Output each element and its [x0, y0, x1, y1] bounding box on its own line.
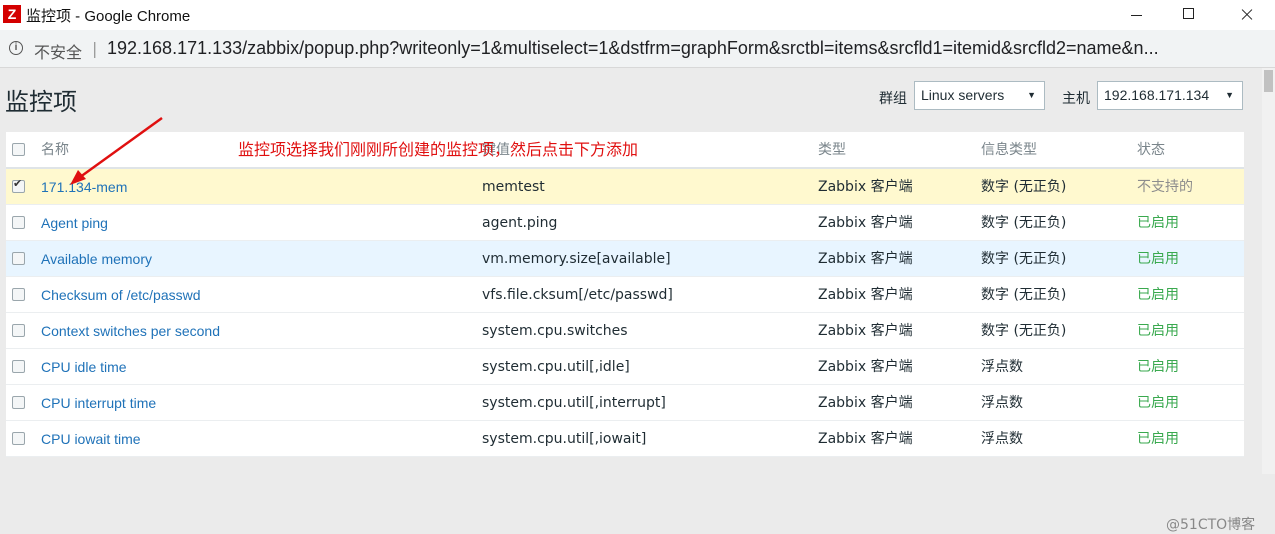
- item-type: Zabbix 客户端: [818, 323, 913, 339]
- item-info-type: 数字 (无正负): [981, 215, 1067, 231]
- maximize-button[interactable]: [1164, 0, 1214, 30]
- header-info-type[interactable]: 信息类型: [981, 132, 1037, 168]
- item-type: Zabbix 客户端: [818, 215, 913, 231]
- item-info-type: 数字 (无正负): [981, 287, 1067, 303]
- item-info-type: 数字 (无正负): [981, 323, 1067, 339]
- item-type: Zabbix 客户端: [818, 179, 913, 195]
- table-row[interactable]: Agent ping agent.ping Zabbix 客户端 数字 (无正负…: [6, 205, 1244, 241]
- group-label: 群组: [879, 91, 907, 107]
- group-select-value: Linux servers: [921, 87, 1005, 103]
- item-name-link[interactable]: Checksum of /etc/passwd: [41, 277, 201, 313]
- item-info-type: 浮点数: [981, 395, 1023, 411]
- window-title: 监控项 - Google Chrome: [26, 8, 191, 25]
- address-bar[interactable]: i 不安全 | 192.168.171.133/zabbix/popup.php…: [0, 30, 1275, 68]
- item-type: Zabbix 客户端: [818, 251, 913, 267]
- address-separator: |: [92, 39, 98, 58]
- header-status[interactable]: 状态: [1137, 132, 1165, 168]
- window-titlebar: Z 监控项 - Google Chrome: [0, 0, 1275, 30]
- row-checkbox[interactable]: [12, 216, 25, 229]
- zabbix-logo-icon: Z: [3, 5, 21, 23]
- item-info-type: 数字 (无正负): [981, 251, 1067, 267]
- item-key: system.cpu.util[,iowait]: [482, 431, 647, 447]
- row-checkbox[interactable]: [12, 396, 25, 409]
- header-name[interactable]: 名称: [41, 132, 69, 168]
- page-title: 监控项: [5, 89, 77, 116]
- item-info-type: 数字 (无正负): [981, 179, 1067, 195]
- host-label: 主机: [1062, 91, 1090, 107]
- page-content: 监控项 群组 Linux servers ▼ 主机 192.168.171.13…: [0, 68, 1262, 533]
- row-checkbox[interactable]: [12, 288, 25, 301]
- item-name-link[interactable]: Agent ping: [41, 205, 108, 241]
- item-key: agent.ping: [482, 215, 558, 231]
- item-status: 已启用: [1137, 359, 1179, 375]
- table-row[interactable]: Available memory vm.memory.size[availabl…: [6, 241, 1244, 277]
- item-name-link[interactable]: CPU idle time: [41, 349, 127, 385]
- item-status: 不支持的: [1137, 179, 1193, 195]
- item-status: 已启用: [1137, 287, 1179, 303]
- item-type: Zabbix 客户端: [818, 431, 913, 447]
- row-checkbox[interactable]: [12, 177, 25, 193]
- table-row[interactable]: 171.134-mem memtest Zabbix 客户端 数字 (无正负) …: [6, 169, 1244, 205]
- item-type: Zabbix 客户端: [818, 287, 913, 303]
- host-select[interactable]: 192.168.171.134 ▼: [1097, 81, 1243, 110]
- url-text[interactable]: 192.168.171.133/zabbix/popup.php?writeon…: [107, 38, 1247, 59]
- item-name-link[interactable]: CPU interrupt time: [41, 385, 156, 421]
- info-icon[interactable]: i: [9, 41, 23, 55]
- row-checkbox[interactable]: [12, 324, 25, 337]
- select-all-checkbox[interactable]: [12, 143, 25, 156]
- items-table: 名称 键值 类型 信息类型 状态 171.134-mem memtest Zab…: [6, 132, 1244, 457]
- dropdown-arrow-icon: ▼: [1225, 90, 1234, 100]
- item-type: Zabbix 客户端: [818, 395, 913, 411]
- row-checkbox[interactable]: [12, 432, 25, 445]
- item-status: 已启用: [1137, 323, 1179, 339]
- item-name-link[interactable]: Context switches per second: [41, 313, 220, 349]
- item-key: system.cpu.util[,idle]: [482, 359, 630, 375]
- row-checkbox[interactable]: [12, 252, 25, 265]
- item-info-type: 浮点数: [981, 431, 1023, 447]
- item-name-link[interactable]: Available memory: [41, 241, 152, 277]
- dropdown-arrow-icon: ▼: [1027, 90, 1036, 100]
- close-button[interactable]: [1222, 0, 1272, 30]
- header-type[interactable]: 类型: [818, 132, 846, 168]
- table-row[interactable]: Context switches per second system.cpu.s…: [6, 313, 1244, 349]
- item-key: system.cpu.util[,interrupt]: [482, 395, 666, 411]
- item-key: system.cpu.switches: [482, 323, 628, 339]
- item-status: 已启用: [1137, 251, 1179, 267]
- item-status: 已启用: [1137, 395, 1179, 411]
- scrollbar-thumb[interactable]: [1264, 70, 1273, 92]
- table-row[interactable]: CPU iowait time system.cpu.util[,iowait]…: [6, 421, 1244, 457]
- item-name-link[interactable]: 171.134-mem: [41, 169, 127, 205]
- annotation-text: 监控项选择我们刚刚所创建的监控项，然后点击下方添加: [238, 140, 639, 159]
- item-key: vfs.file.cksum[/etc/passwd]: [482, 287, 673, 303]
- table-row[interactable]: CPU interrupt time system.cpu.util[,inte…: [6, 385, 1244, 421]
- item-status: 已启用: [1137, 431, 1179, 447]
- table-row[interactable]: CPU idle time system.cpu.util[,idle] Zab…: [6, 349, 1244, 385]
- item-info-type: 浮点数: [981, 359, 1023, 375]
- item-key: memtest: [482, 179, 545, 195]
- item-type: Zabbix 客户端: [818, 359, 913, 375]
- row-checkbox[interactable]: [12, 360, 25, 373]
- vertical-scrollbar[interactable]: [1262, 68, 1275, 474]
- host-select-value: 192.168.171.134: [1104, 87, 1210, 103]
- table-row[interactable]: Checksum of /etc/passwd vfs.file.cksum[/…: [6, 277, 1244, 313]
- minimize-button[interactable]: [1112, 0, 1162, 30]
- group-select[interactable]: Linux servers ▼: [914, 81, 1045, 110]
- item-name-link[interactable]: CPU iowait time: [41, 421, 141, 457]
- security-indicator[interactable]: 不安全: [34, 39, 82, 63]
- item-key: vm.memory.size[available]: [482, 251, 671, 267]
- item-status: 已启用: [1137, 215, 1179, 231]
- watermark: @51CTO博客: [1166, 517, 1256, 533]
